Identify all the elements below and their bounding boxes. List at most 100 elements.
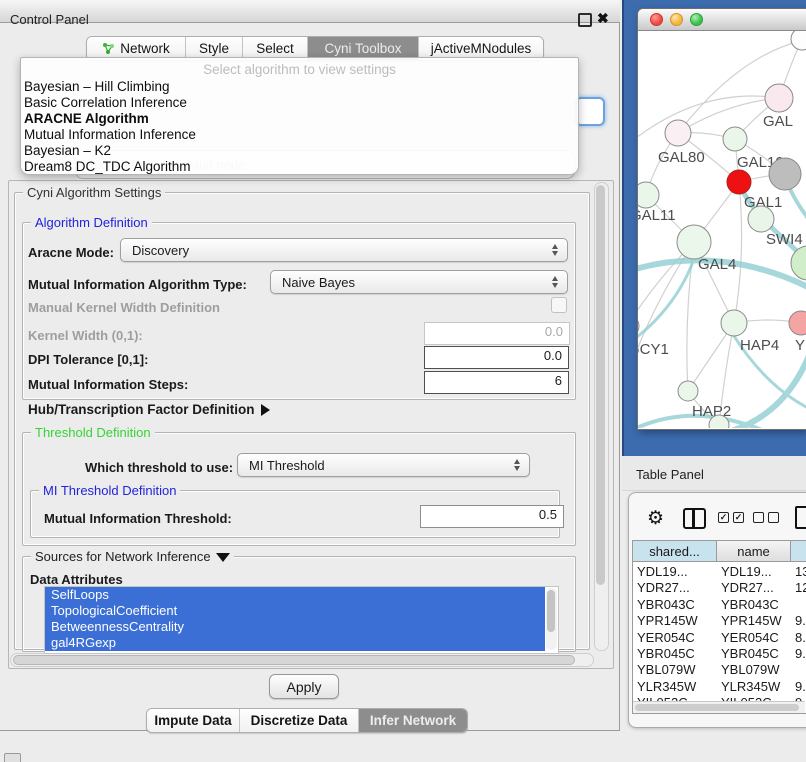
combo-arrows-icon — [552, 276, 558, 288]
vertical-scrollbar[interactable] — [594, 182, 609, 651]
node-label: SWI4 — [766, 231, 803, 248]
tab-impute-data[interactable]: Impute Data — [147, 709, 240, 732]
node-label: GAL4 — [698, 256, 736, 273]
vertical-scrollbar-thumb[interactable] — [596, 185, 605, 585]
algorithm-option[interactable]: Basic Correlation Inference — [24, 95, 575, 111]
file-icon[interactable] — [795, 506, 806, 529]
algorithm-option[interactable]: Bayesian – Hill Climbing — [24, 79, 575, 95]
tab-label: jActiveMNodules — [431, 41, 532, 56]
algorithm-option[interactable]: Bayesian – K2 — [24, 143, 575, 159]
hub-definition-toggle[interactable]: Hub/Transcription Factor Definition — [28, 402, 270, 417]
data-attribute-item[interactable]: SelfLoops — [45, 587, 545, 603]
table-cell: YDL19... — [721, 564, 791, 579]
algorithm-list: Bayesian – Hill ClimbingBasic Correlatio… — [24, 79, 575, 175]
network-canvas[interactable]: GALGAL80GAL10GAL1GAL11SWI4GAL4GCY1HAP4YH… — [638, 31, 806, 428]
network-window-titlebar[interactable] — [638, 9, 806, 31]
column-header[interactable] — [791, 541, 806, 562]
attribute-list-scrollbar[interactable] — [546, 588, 557, 650]
control-panel-titlebar[interactable] — [0, 0, 620, 23]
table-cell: YBR043C — [637, 597, 717, 612]
table-cell: YBL079W — [721, 662, 791, 677]
node-label: GAL — [763, 113, 793, 130]
node-label: Y — [795, 337, 805, 354]
expanded-arrow-icon — [216, 553, 230, 562]
network-node-gal[interactable] — [765, 84, 793, 112]
manual-kernel-width-checkbox[interactable] — [551, 297, 567, 313]
network-nodes: GALGAL80GAL10GAL1GAL11SWI4GAL4GCY1HAP4YH… — [638, 31, 806, 428]
combo-arrows-icon — [552, 244, 558, 256]
mac-minimize-icon[interactable] — [670, 13, 683, 26]
tab-infer-network[interactable]: Infer Network — [359, 709, 467, 732]
collapsed-arrow-icon — [261, 404, 270, 416]
table-cell: 12 — [795, 580, 806, 595]
network-node-gal4[interactable] — [677, 225, 711, 259]
network-node-hap4[interactable] — [721, 310, 747, 336]
algorithm-option[interactable]: ARACNE Algorithm — [24, 111, 575, 127]
table-cell: 8. — [795, 630, 806, 645]
mac-close-icon[interactable] — [650, 13, 663, 26]
attribute-list-scrollbar-thumb[interactable] — [547, 590, 555, 632]
table-cell: YPR145W — [637, 613, 717, 628]
network-node-swi4[interactable] — [748, 206, 774, 232]
network-node[interactable] — [769, 158, 801, 190]
mi-algorithm-type-select[interactable]: Naive Bayes — [270, 270, 568, 294]
network-node-hap2[interactable] — [678, 381, 698, 401]
table-row[interactable]: YLR345WYLR345W9. — [633, 679, 806, 695]
algorithm-option[interactable]: Dream8 DC_TDC Algorithm — [24, 159, 575, 175]
settings-gear-icon[interactable]: ⚙ — [647, 507, 664, 530]
network-node-y[interactable] — [789, 311, 806, 335]
table-cell: YER054C — [637, 630, 717, 645]
network-node[interactable] — [791, 31, 806, 50]
algorithm-option[interactable]: Mutual Information Inference — [24, 127, 575, 143]
network-node-gal10[interactable] — [723, 127, 747, 151]
kernel-width-field[interactable]: 0.0 — [424, 322, 570, 345]
horizontal-scrollbar[interactable] — [10, 653, 594, 667]
aracne-mode-value: Discovery — [132, 243, 189, 258]
screen: Control Panel ✖ NetworkStyleSelectCyni T… — [0, 0, 806, 762]
table-row[interactable]: YDR27...YDR27...12 — [633, 580, 806, 596]
data-attribute-item[interactable]: TopologicalCoefficient — [45, 603, 545, 619]
algorithm-dropdown-popup: Select algorithm to view settings Bayesi… — [20, 57, 579, 175]
network-node-gal80[interactable] — [665, 120, 691, 146]
data-attribute-item[interactable]: BetweennessCentrality — [45, 619, 545, 635]
aracne-mode-select[interactable]: Discovery — [120, 238, 568, 262]
sources-title[interactable]: Sources for Network Inference — [31, 549, 234, 564]
horizontal-scrollbar-thumb[interactable] — [13, 655, 575, 665]
float-window-icon[interactable] — [578, 13, 592, 27]
dpi-tolerance-field[interactable]: 0.0 — [424, 346, 569, 369]
data-attributes-list[interactable]: SelfLoopsTopologicalCoefficientBetweenne… — [44, 586, 559, 654]
mi-threshold-field[interactable]: 0.5 — [420, 505, 564, 528]
tab-label: Cyni Toolbox — [324, 41, 401, 56]
deselect-all-checkboxes-icon[interactable] — [753, 512, 779, 523]
which-threshold-select[interactable]: MI Threshold — [237, 453, 530, 477]
table-row[interactable]: YER054CYER054C8. — [633, 630, 806, 646]
algorithm-placeholder: Select algorithm to view settings — [21, 62, 578, 77]
apply-button[interactable]: Apply — [269, 674, 339, 699]
column-header-shared[interactable]: shared... — [633, 541, 717, 562]
mi-steps-field[interactable]: 6 — [424, 371, 569, 394]
tab-discretize-data[interactable]: Discretize Data — [240, 709, 359, 732]
mac-zoom-icon[interactable] — [690, 13, 703, 26]
split-columns-icon[interactable] — [683, 508, 706, 529]
close-icon[interactable]: ✖ — [597, 10, 609, 27]
dpi-tolerance-label: DPI Tolerance [0,1]: — [28, 352, 148, 367]
network-node-gal11[interactable] — [638, 182, 659, 208]
data-attribute-item[interactable]: gal4RGexp — [45, 635, 545, 651]
table-row[interactable]: YDL19...YDL19...13 — [633, 564, 806, 580]
minimized-panel-icon[interactable] — [4, 753, 21, 762]
network-node-gal1[interactable] — [727, 170, 751, 194]
table-cell: 13 — [795, 564, 806, 579]
node-table[interactable]: shared...name YDL19...YDL19...13YDR27...… — [632, 540, 806, 714]
column-header-name[interactable]: name — [717, 541, 791, 562]
table-horizontal-scrollbar-thumb[interactable] — [635, 704, 799, 711]
tab-label: Style — [199, 41, 229, 56]
table-row[interactable]: YBR043CYBR043C — [633, 597, 806, 613]
select-all-checkboxes-icon[interactable]: ✓✓ — [718, 512, 744, 523]
table-horizontal-scrollbar[interactable] — [633, 701, 805, 713]
table-row[interactable]: YPR145WYPR145W9. — [633, 613, 806, 629]
table-row[interactable]: YBR045CYBR045C9. — [633, 646, 806, 662]
algorithm-select-focus-fragment[interactable] — [575, 97, 605, 126]
mi-threshold-label: Mutual Information Threshold: — [44, 511, 232, 526]
table-row[interactable]: YBL079WYBL079W — [633, 662, 806, 678]
table-cell: 9. — [795, 646, 806, 661]
